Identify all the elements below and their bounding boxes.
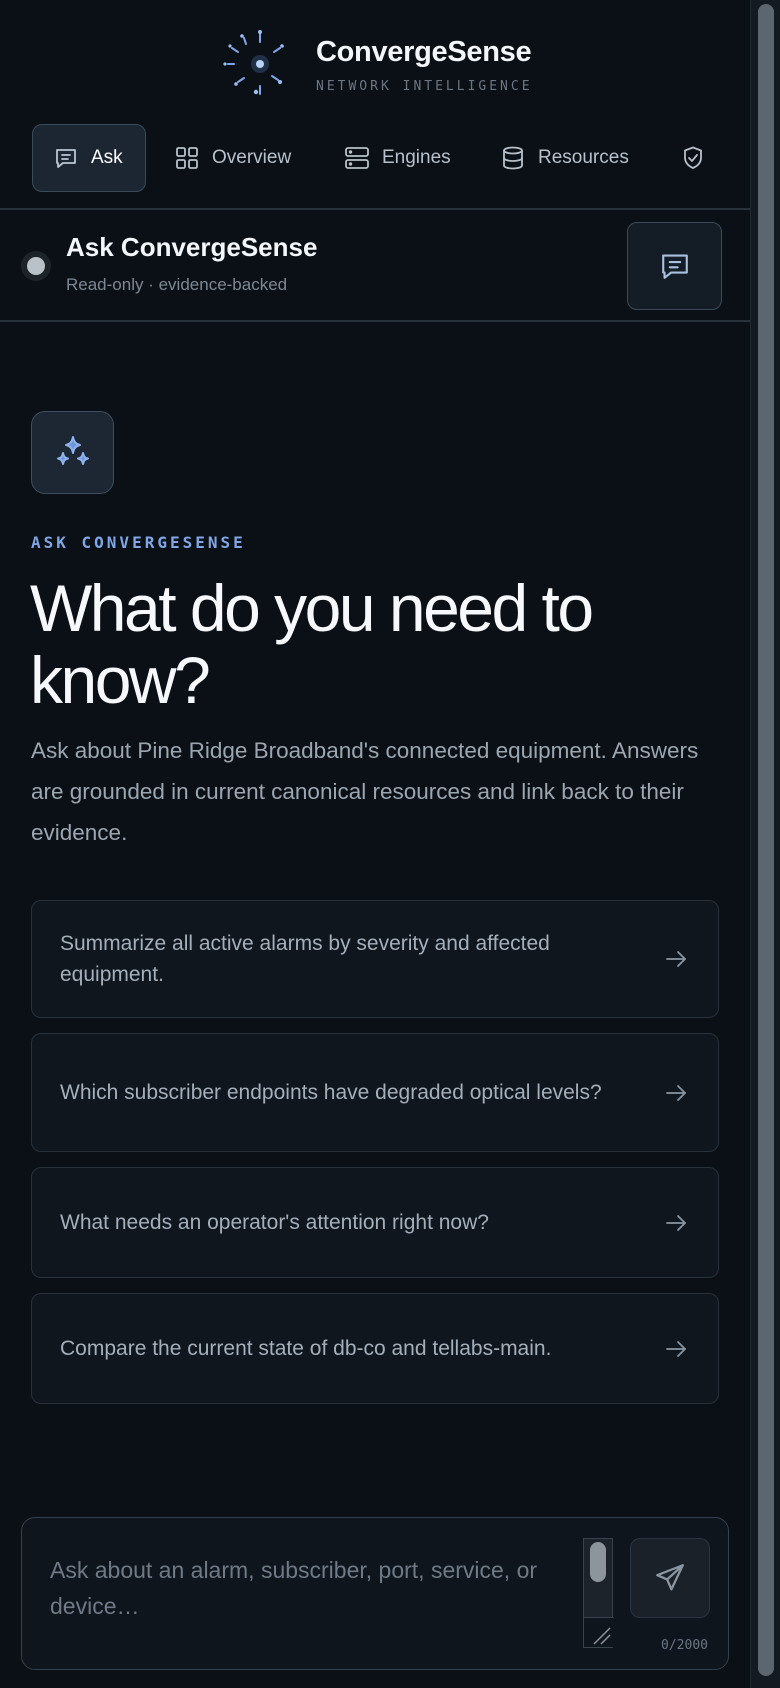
arrow-right-icon [666,1340,686,1357]
nav-tab-engines[interactable]: Engines [344,124,451,192]
brand-subtitle: NETWORK INTELLIGENCE [316,79,533,94]
brand[interactable]: ConvergeSense NETWORK INTELLIGENCE [220,28,540,98]
sparkles-icon [56,435,89,465]
brand-title: ConvergeSense [316,36,532,68]
page-title: What do you need to know? [30,571,594,717]
input-scrollbar[interactable] [583,1538,614,1648]
page-scrollbar[interactable] [750,0,780,1688]
nav-tab-overview[interactable]: Overview [174,124,291,192]
header-divider [0,208,750,210]
suggestion-card[interactable]: Which subscriber endpoints have degraded… [31,1033,719,1152]
nav-tab-security[interactable] [680,124,706,192]
arrow-right-icon [666,1084,686,1101]
nav-tab-ask-label: Ask [91,147,123,168]
arrow-right-icon [666,951,686,967]
sparkles-badge [31,411,114,494]
suggestion-text: Compare the current state of db-co and t… [60,1337,552,1360]
nav-tab-resources-label: Resources [538,147,629,168]
message-input[interactable] [50,1552,580,1632]
grid-icon [176,147,198,169]
starburst-logo [223,30,284,95]
nav-tab-resources[interactable]: Resources [500,124,629,192]
send-icon [656,1564,684,1591]
nav-tab-engines-label: Engines [382,147,451,168]
message-composer: 0/2000 [21,1517,729,1670]
resize-handle[interactable] [584,1617,614,1647]
chat-icon [661,254,688,279]
conversations-button[interactable] [627,222,722,310]
database-icon [503,146,523,170]
conversation-title: Ask ConvergeSense [66,232,318,262]
suggestion-card[interactable]: What needs an operator's attention right… [31,1167,719,1278]
suggestion-text: Which subscriber endpoints have degraded… [60,1081,602,1104]
main-nav: Ask Overview Engines Resources [32,124,732,192]
nav-tab-overview-label: Overview [212,147,292,168]
nav-tab-ask[interactable]: Ask [32,124,146,192]
suggestion-card[interactable]: Summarize all active alarms by severity … [31,900,719,1018]
server-icon [345,147,369,169]
suggestion-card[interactable]: Compare the current state of db-co and t… [31,1293,719,1404]
send-button[interactable] [630,1538,710,1618]
arrow-right-icon [666,1214,686,1231]
intro-text: Ask about Pine Ridge Broadband's connect… [31,738,699,845]
suggestion-text: What needs an operator's attention right… [60,1211,489,1234]
character-counter: 0/2000 [661,1638,708,1653]
eyebrow-label: ASK CONVERGESENSE [31,533,246,552]
chat-icon [56,149,76,168]
input-scroll-thumb[interactable] [590,1542,606,1582]
subheader-divider [0,320,750,322]
shield-check-icon [684,146,702,169]
suggestion-text: Summarize all active alarms by severity … [60,932,550,986]
app-page: ConvergeSense NETWORK INTELLIGENCE Ask O… [0,0,750,1688]
conversation-subtitle: Read-only · evidence-backed [66,275,288,294]
page-scroll-thumb[interactable] [758,4,774,1676]
status-indicator [27,257,45,275]
resize-grip-icon [593,1627,611,1645]
